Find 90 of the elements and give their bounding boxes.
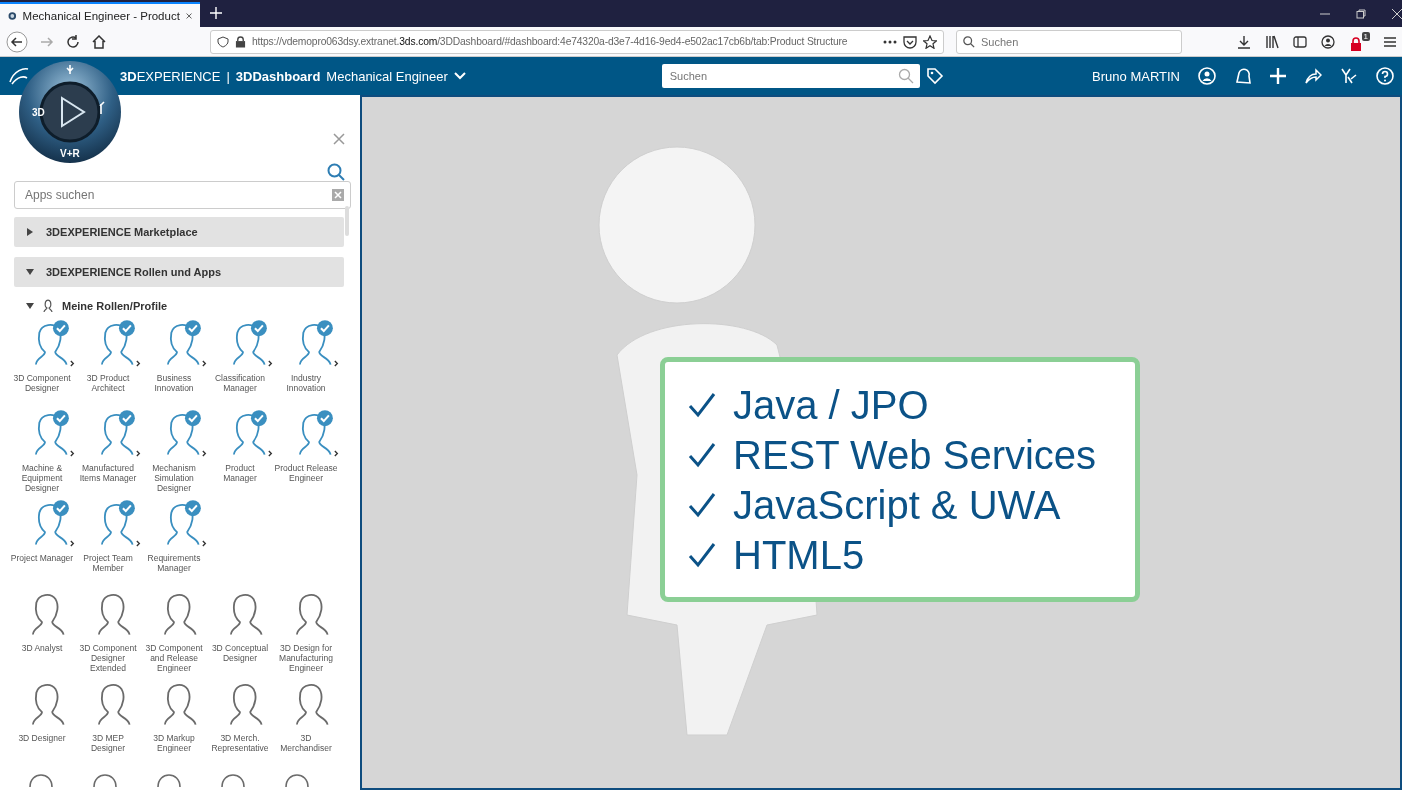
library-icon[interactable] [1265,34,1279,49]
role-tile[interactable]: Requirements Manager [142,497,206,585]
role-tile[interactable]: Product Release Engineer [274,407,338,495]
more-icon[interactable] [883,39,897,44]
search-icon[interactable] [327,163,345,181]
separator: | [226,68,230,84]
add-icon[interactable] [1270,68,1286,84]
role-tile[interactable]: 3D Merchandiser [274,677,338,765]
role-tile[interactable]: 3D Design for Manufacturing Engineer [274,587,338,675]
lock-icon [235,35,246,48]
sign-item: Java / JPO [733,381,929,429]
chevron-right-icon [69,450,75,457]
triangle-right-icon [26,228,34,236]
profile-icon[interactable] [1198,67,1216,85]
chevron-right-icon [69,360,75,367]
reload-icon[interactable] [66,34,80,49]
search-icon [963,35,975,48]
role-tile[interactable]: 3D Merch. Representative [208,677,272,765]
share-icon[interactable] [1304,67,1322,85]
restore-icon[interactable] [1356,8,1366,19]
role-tile[interactable]: 3D Designer [10,677,74,765]
dashboard-dropdown[interactable]: Mechanical Engineer [326,68,466,84]
chevron-down-icon [453,72,466,80]
chevron-right-icon [201,360,207,367]
address-bar[interactable]: https://vdemopro063dsy.extranet.3ds.com/3DDashboard/#dashboard:4e74320a-d3e7-4d16-9ed4-e502ac17cb6b/tab:Product Structure [210,29,944,54]
menu-icon[interactable] [1384,35,1396,48]
role-tile[interactable]: 3D Analyst [10,587,74,675]
role-tile[interactable]: Project Team Member [76,497,140,585]
back-icon[interactable] [6,30,28,53]
apps-search-box[interactable]: Apps suchen [14,181,351,209]
role-tile[interactable]: 3D Markup Engineer [142,677,206,765]
star-icon[interactable] [923,34,937,49]
triangle-down-icon [26,268,34,276]
chevron-right-icon [69,540,75,547]
search-box[interactable]: Suchen [956,29,1182,54]
lock-icon [1349,37,1363,51]
chevron-right-icon [333,360,339,367]
chevron-right-icon [201,540,207,547]
sign-item: JavaScript & UWA [733,481,1061,529]
role-tile[interactable]: 3D Component Designer Extended [76,587,140,675]
role-tile[interactable]: 3D Component Designer [10,317,74,405]
company-logo-icon [8,66,30,86]
browser-tab[interactable]: Mechanical Engineer - Product [0,2,200,27]
role-tile[interactable]: 3D Conceptual Designer [208,587,272,675]
role-tile[interactable]: 3D Product Architect [76,317,140,405]
chevron-right-icon [267,360,273,367]
role-tile[interactable]: 3D MEP Designer [76,677,140,765]
url-text: https://vdemopro063dsy.extranet.3ds.com/3DDashboard/#dashboard:4e74320a-d3e7-4d16-9ed4-e502ac17cb6b/tab:Product Structure [252,36,849,47]
role-tile[interactable]: Product Manager [208,407,272,495]
section-header[interactable]: 3DEXPERIENCE Marketplace [14,217,344,247]
chevron-right-icon [135,540,141,547]
sidebar-icon[interactable] [1293,34,1307,49]
subsection-header[interactable]: Meine Rollen/Profile [26,299,168,313]
triangle-down-icon [26,302,34,310]
tag-icon[interactable] [925,67,944,85]
new-tab-icon[interactable] [210,6,222,19]
pocket-icon[interactable] [903,34,917,49]
help-icon[interactable] [1376,67,1394,85]
account-icon[interactable] [1321,34,1335,49]
section-header[interactable]: 3DEXPERIENCE Rollen und Apps [14,257,344,287]
role-tile[interactable]: 3D Component and Release Engineer [142,587,206,675]
download-icon[interactable] [1237,34,1251,49]
platform-name: 3DEXPERIENCE [120,68,221,84]
role-tile[interactable]: Business Innovation [142,317,206,405]
notification-badge: 1 [1361,32,1370,41]
role-tile[interactable]: Machine & Equipment Designer [10,407,74,495]
role-tile[interactable]: Classification Manager [208,317,272,405]
bell-icon[interactable] [1234,67,1252,85]
close-icon[interactable] [1392,8,1402,19]
people-icon[interactable] [1340,67,1358,85]
tab-title: Mechanical Engineer - Product [22,9,180,22]
role-tile[interactable]: Project Manager [10,497,74,585]
chevron-right-icon [333,450,339,457]
role-tile[interactable]: Mechanism Simulation Designer [142,407,206,495]
app-name: 3DDashboard [235,68,321,84]
chevron-right-icon [135,360,141,367]
shield-icon [217,35,229,48]
search-icon [897,68,914,84]
role-tile[interactable]: Manufactured Items Manager [76,407,140,495]
chevron-right-icon [135,450,141,457]
role-tile[interactable]: Industry Innovation [274,317,338,405]
person-outline-icon [42,299,54,313]
home-icon[interactable] [92,34,106,49]
search-box[interactable]: Suchen [661,64,920,88]
chevron-right-icon [267,450,273,457]
chevron-right-icon [201,450,207,457]
extension-button[interactable]: 1 [1349,32,1370,51]
sign-item: HTML5 [733,531,865,579]
user-name[interactable]: Bruno MARTIN [1092,68,1180,84]
sign-item: REST Web Services [733,431,1097,479]
